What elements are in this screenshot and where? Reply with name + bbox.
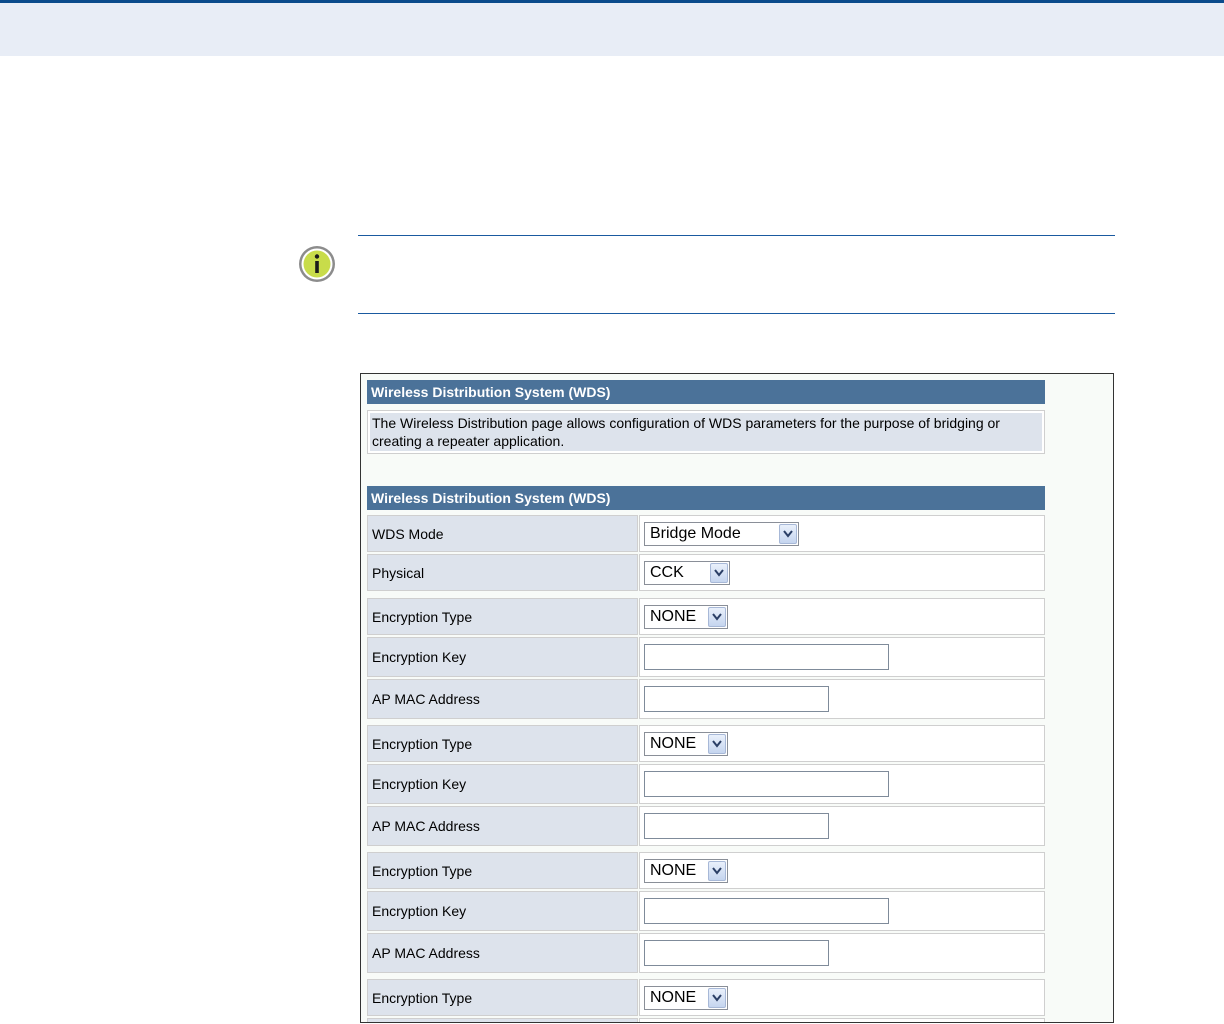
physical-label: Physical: [367, 554, 638, 591]
wds-mode-cell: Bridge Mode: [639, 515, 1045, 552]
note-top-rule: [358, 235, 1115, 236]
encryption-key-row-1: Encryption Key: [367, 637, 1045, 677]
encryption-key-cell: [639, 764, 1045, 804]
encryption-type-select-2[interactable]: NONE: [644, 731, 728, 756]
encryption-type-value: NONE: [650, 988, 697, 1006]
ap-mac-label: AP MAC Address: [367, 679, 638, 719]
encryption-type-label: Encryption Type: [367, 979, 638, 1016]
encryption-key-label: Encryption Key: [367, 891, 638, 931]
encryption-key-label: Encryption Key: [367, 637, 638, 677]
ap-mac-cell: [639, 806, 1045, 846]
encryption-key-input-2[interactable]: [644, 771, 889, 797]
info-icon: [297, 244, 337, 284]
ap-mac-row-3: AP MAC Address: [367, 933, 1045, 973]
wds-mode-row: WDS Mode Bridge Mode: [367, 515, 1045, 552]
encryption-type-row-4: Encryption Type NONE: [367, 979, 1045, 1016]
ap-mac-input-3[interactable]: [644, 940, 829, 966]
encryption-key-input-3[interactable]: [644, 898, 889, 924]
chevron-down-icon: [779, 523, 797, 544]
encryption-type-row-3: Encryption Type NONE: [367, 852, 1045, 889]
cut-off-label-cell: [367, 1018, 638, 1022]
physical-value: CCK: [650, 563, 684, 581]
physical-row: Physical CCK: [367, 554, 1045, 591]
encryption-type-label: Encryption Type: [367, 852, 638, 889]
chevron-down-icon: [708, 987, 726, 1008]
encryption-key-cell: [639, 891, 1045, 931]
encryption-type-label: Encryption Type: [367, 725, 638, 762]
ap-mac-cell: [639, 933, 1045, 973]
section-header-settings: Wireless Distribution System (WDS): [367, 486, 1045, 510]
description-text: The Wireless Distribution page allows co…: [370, 413, 1042, 451]
physical-cell: CCK: [639, 554, 1045, 591]
encryption-type-cell: NONE: [639, 598, 1045, 635]
encryption-type-value: NONE: [650, 734, 697, 752]
ap-mac-input-2[interactable]: [644, 813, 829, 839]
encryption-type-row-1: Encryption Type NONE: [367, 598, 1045, 635]
wds-mode-value: Bridge Mode: [650, 524, 741, 542]
encryption-type-select-3[interactable]: NONE: [644, 858, 728, 883]
chevron-down-icon: [708, 860, 726, 881]
ap-mac-label: AP MAC Address: [367, 806, 638, 846]
description-box: The Wireless Distribution page allows co…: [367, 410, 1045, 454]
encryption-type-value: NONE: [650, 861, 697, 879]
ap-mac-input-1[interactable]: [644, 686, 829, 712]
ap-mac-cell: [639, 679, 1045, 719]
wds-screenshot-frame: Wireless Distribution System (WDS) The W…: [360, 373, 1114, 1023]
encryption-type-label: Encryption Type: [367, 598, 638, 635]
section-header-intro: Wireless Distribution System (WDS): [367, 380, 1045, 404]
page-header-band: [0, 0, 1224, 56]
encryption-type-cell: NONE: [639, 852, 1045, 889]
ap-mac-label: AP MAC Address: [367, 933, 638, 973]
cut-off-value-cell: [639, 1018, 1045, 1022]
ap-mac-row-1: AP MAC Address: [367, 679, 1045, 719]
encryption-type-row-2: Encryption Type NONE: [367, 725, 1045, 762]
ap-mac-row-2: AP MAC Address: [367, 806, 1045, 846]
chevron-down-icon: [708, 606, 726, 627]
encryption-type-cell: NONE: [639, 979, 1045, 1016]
wds-mode-label: WDS Mode: [367, 515, 638, 552]
encryption-type-cell: NONE: [639, 725, 1045, 762]
encryption-type-value: NONE: [650, 607, 697, 625]
cut-off-row: [367, 1018, 1045, 1022]
encryption-key-input-1[interactable]: [644, 644, 889, 670]
encryption-type-select-1[interactable]: NONE: [644, 604, 728, 629]
encryption-key-row-2: Encryption Key: [367, 764, 1045, 804]
encryption-key-row-3: Encryption Key: [367, 891, 1045, 931]
encryption-key-cell: [639, 637, 1045, 677]
wds-mode-select[interactable]: Bridge Mode: [644, 521, 799, 546]
encryption-type-select-4[interactable]: NONE: [644, 985, 728, 1010]
chevron-down-icon: [710, 562, 728, 583]
encryption-key-label: Encryption Key: [367, 764, 638, 804]
note-bottom-rule: [358, 313, 1115, 314]
physical-select[interactable]: CCK: [644, 560, 730, 585]
chevron-down-icon: [708, 733, 726, 754]
